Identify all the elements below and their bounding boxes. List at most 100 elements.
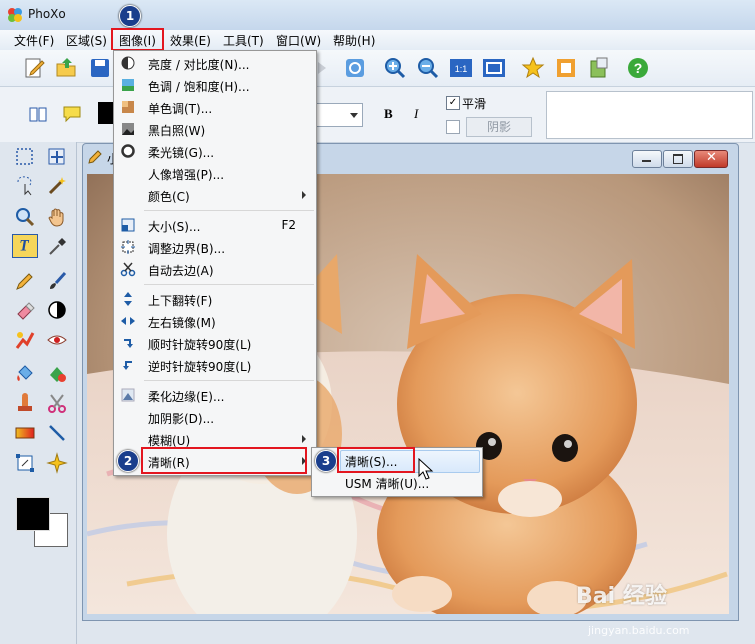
line-tool-icon[interactable] <box>46 422 68 444</box>
text-input-area[interactable] <box>546 91 753 139</box>
save-icon[interactable] <box>88 56 112 80</box>
color-replace-icon[interactable] <box>46 363 68 385</box>
font-size-select[interactable] <box>315 103 363 127</box>
menu-item-monotone[interactable]: 单色调(T)... <box>114 96 316 118</box>
menu-item-resize[interactable]: 大小(S)... F2 <box>114 214 316 236</box>
menu-item-label: 单色调(T)... <box>148 102 213 116</box>
brush-icon[interactable] <box>46 270 68 292</box>
menu-item-rotate-ccw[interactable]: 逆时针旋转90度(L) <box>114 354 316 376</box>
shadow-checkbox[interactable] <box>446 120 460 134</box>
eraser-icon[interactable] <box>14 299 36 321</box>
app-title: PhoXo <box>28 7 66 21</box>
menu-item-flip-vertical[interactable]: 上下翻转(F) <box>114 288 316 310</box>
menu-item-brightness-contrast[interactable]: 亮度 / 对比度(N)... <box>114 52 316 74</box>
transform-icon[interactable] <box>14 452 36 474</box>
app-logo-icon <box>8 8 22 22</box>
menu-item-hue-saturation[interactable]: 色调 / 饱和度(H)... <box>114 74 316 96</box>
hue-icon <box>122 79 134 91</box>
favorite-star-icon[interactable] <box>521 56 545 80</box>
menu-item-label: 大小(S)... <box>148 220 201 234</box>
minimize-button[interactable] <box>632 150 662 168</box>
menu-item-mirror-horizontal[interactable]: 左右镜像(M) <box>114 310 316 332</box>
menu-item-soft-light[interactable]: 柔光镜(G)... <box>114 140 316 162</box>
red-eye-icon[interactable] <box>46 329 68 351</box>
svg-text:T: T <box>19 237 29 254</box>
refresh-icon[interactable] <box>343 56 367 80</box>
maximize-button[interactable] <box>663 150 693 168</box>
hand-pan-icon[interactable] <box>46 206 68 228</box>
menu-effects[interactable]: 效果(E) <box>170 32 211 49</box>
menu-item-label: 自动去边(A) <box>148 264 214 278</box>
close-button[interactable]: ✕ <box>694 150 728 168</box>
menu-item-color[interactable]: 颜色(C) <box>114 184 316 206</box>
flip-vertical-icon <box>124 292 132 306</box>
fit-window-icon[interactable] <box>482 56 506 80</box>
foreground-color-swatch[interactable] <box>16 497 50 531</box>
eyedropper-icon[interactable] <box>46 236 68 258</box>
watermark-url: jingyan.baidu.com <box>588 624 690 637</box>
step-badge-2: 2 <box>117 450 139 472</box>
menu-item-add-shadow[interactable]: 加阴影(D)... <box>114 406 316 428</box>
menu-separator <box>144 380 314 381</box>
text-tool-icon[interactable]: T <box>12 234 38 258</box>
pencil-icon[interactable] <box>14 270 36 292</box>
new-file-icon[interactable] <box>22 56 46 80</box>
actual-size-icon[interactable]: 1:1 <box>449 56 473 80</box>
menu-item-auto-crop[interactable]: 自动去边(A) <box>114 258 316 280</box>
menu-item-rotate-cw[interactable]: 顺时针旋转90度(L) <box>114 332 316 354</box>
menu-window[interactable]: 窗口(W) <box>276 32 321 49</box>
menu-file[interactable]: 文件(F) <box>14 32 54 49</box>
heal-scissors-icon[interactable] <box>46 392 68 414</box>
bw-photo-icon <box>122 123 134 135</box>
magic-wand-icon[interactable] <box>46 174 68 196</box>
gradient-icon[interactable] <box>14 422 36 444</box>
menu-item-label: 逆时针旋转90度(L) <box>148 360 252 374</box>
frame-icon[interactable] <box>554 56 578 80</box>
zoom-out-icon[interactable] <box>416 56 440 80</box>
menu-item-label: 颜色(C) <box>148 190 190 204</box>
italic-button[interactable]: I <box>414 106 418 122</box>
export-icon[interactable] <box>587 56 611 80</box>
lasso-icon[interactable] <box>14 174 36 196</box>
bold-button[interactable]: B <box>384 106 393 122</box>
menu-item-label: 柔化边缘(E)... <box>148 390 225 404</box>
contrast-icon[interactable] <box>46 299 68 321</box>
menu-item-label: 柔光镜(G)... <box>148 146 215 160</box>
submenu-arrow-icon <box>302 191 306 199</box>
zoom-tool-icon[interactable] <box>14 206 36 228</box>
stamp-icon[interactable] <box>14 392 36 414</box>
tools-panel: T <box>0 142 77 644</box>
menu-item-adjust-border[interactable]: 调整边界(B)... <box>114 236 316 258</box>
shadow-button[interactable]: 阴影 <box>466 117 532 137</box>
zoom-in-icon[interactable] <box>383 56 407 80</box>
menu-item-portrait-enhance[interactable]: 人像增强(P)... <box>114 162 316 184</box>
menu-help[interactable]: 帮助(H) <box>333 32 375 49</box>
submenu-item-usm-sharpen[interactable]: USM 清晰(U)... <box>345 475 429 492</box>
book-icon[interactable] <box>28 105 48 123</box>
open-folder-icon[interactable] <box>55 56 79 80</box>
step-badge-1: 1 <box>119 5 141 27</box>
mirror-horizontal-icon <box>121 317 135 325</box>
move-icon[interactable] <box>46 146 68 168</box>
smooth-checkbox[interactable]: ✓ <box>446 96 460 110</box>
menu-region[interactable]: 区域(S) <box>66 32 107 49</box>
soft-light-icon <box>121 144 135 158</box>
menu-item-soften-edge[interactable]: 柔化边缘(E)... <box>114 384 316 406</box>
step-badge-3: 3 <box>315 450 337 472</box>
help-icon[interactable]: ? <box>626 56 650 80</box>
fill-bucket-icon[interactable] <box>14 363 36 385</box>
image-menu-dropdown: 亮度 / 对比度(N)... 色调 / 饱和度(H)... 单色调(T)... … <box>113 50 317 476</box>
menu-tools[interactable]: 工具(T) <box>223 32 264 49</box>
menu-item-label: 左右镜像(M) <box>148 316 216 330</box>
svg-text:1:1: 1:1 <box>455 64 468 74</box>
scissors-icon <box>120 262 136 277</box>
mouse-cursor-icon <box>418 458 434 480</box>
sparkle-star-icon[interactable] <box>46 452 68 474</box>
rect-select-icon[interactable] <box>14 146 36 168</box>
text-color-swatch[interactable] <box>98 102 114 124</box>
clone-stamp-icon[interactable] <box>14 329 36 351</box>
speech-bubble-icon[interactable] <box>62 104 82 124</box>
menu-item-black-white[interactable]: 黑白照(W) <box>114 118 316 140</box>
highlight-menu-sharpen <box>141 447 307 474</box>
rotate-ccw-icon <box>123 361 132 370</box>
